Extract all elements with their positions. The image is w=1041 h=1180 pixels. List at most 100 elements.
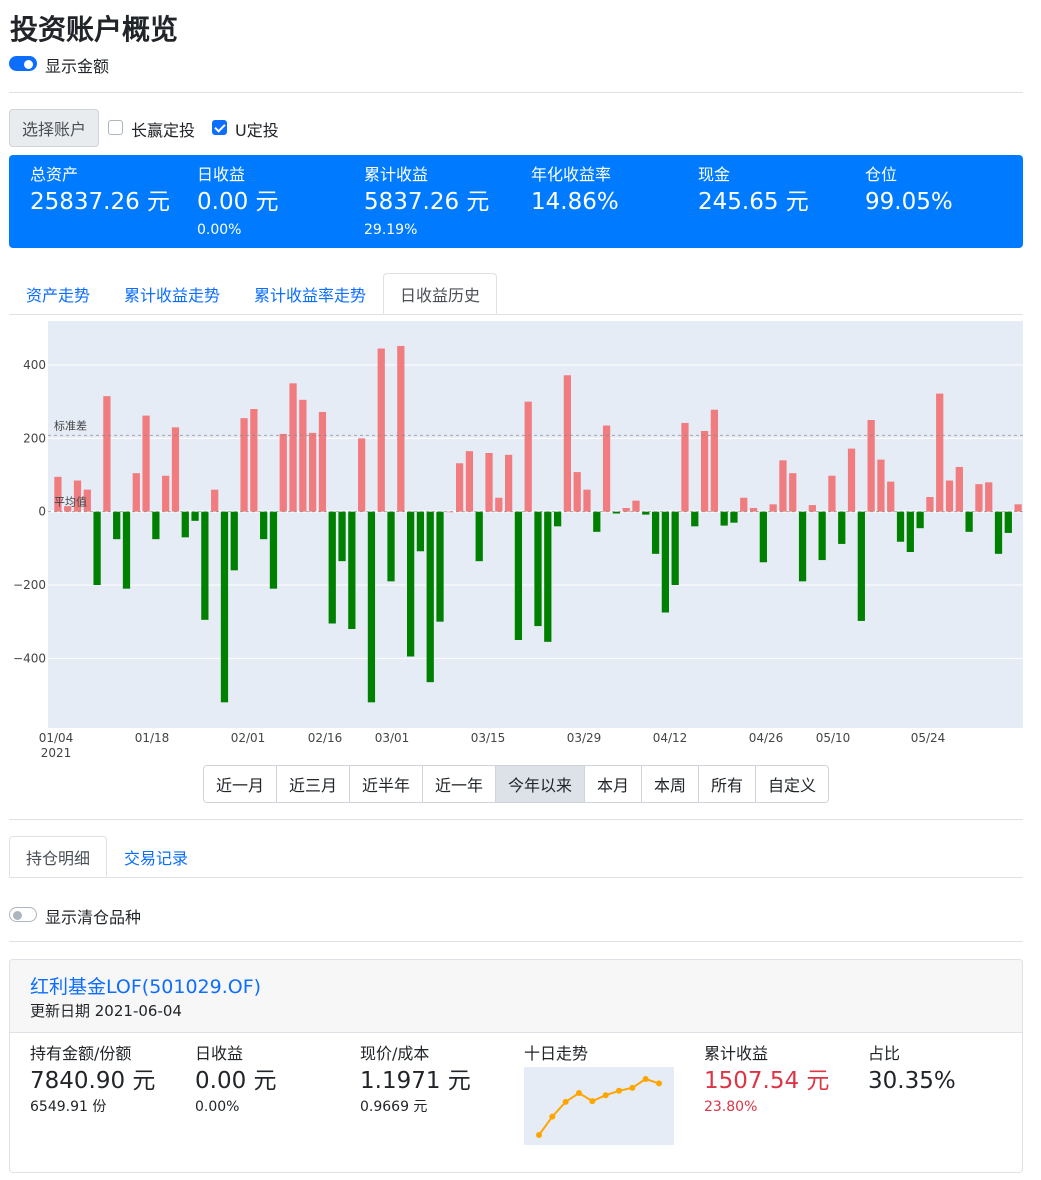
- range-custom-button[interactable]: 自定义: [756, 766, 828, 802]
- negative-bar: [328, 511, 336, 624]
- negative-bar: [514, 511, 523, 640]
- summary-panel: 总资产 25837.26 元 日收益 0.00 元 0.00% 累计收益 583…: [9, 155, 1023, 248]
- fund-name-link[interactable]: 红利基金LOF(501029.OF): [30, 972, 261, 999]
- fund-ratio: 占比 30.35%: [868, 1044, 956, 1097]
- x-tick-label: 05/24: [911, 731, 946, 745]
- sparkline-point: [629, 1084, 636, 1091]
- fund-cumulative: 累计收益 1507.54 元 23.80%: [704, 1044, 829, 1116]
- positive-bar: [103, 396, 111, 512]
- range-week-button[interactable]: 本周: [642, 766, 699, 802]
- account-checkbox-u[interactable]: [212, 120, 227, 135]
- positive-bar: [936, 393, 944, 512]
- tab-asset-trend[interactable]: 资产走势: [9, 273, 107, 314]
- fund-cumulative-rate: 23.80%: [704, 1099, 758, 1115]
- negative-bar: [994, 511, 1003, 554]
- sparkline-point: [549, 1113, 556, 1120]
- range-month-button[interactable]: 本月: [585, 766, 642, 802]
- positive-bar: [250, 409, 258, 512]
- tab-daily-return-history[interactable]: 日收益历史: [383, 273, 497, 314]
- positive-bar: [563, 375, 572, 512]
- fund-card-header: 红利基金LOF(501029.OF) 更新日期 2021-06-04: [10, 960, 1022, 1033]
- divider: [9, 92, 1023, 93]
- fund-holding-label: 持有金额/份额: [30, 1044, 132, 1063]
- fund-update-date: 更新日期 2021-06-04: [30, 1002, 182, 1020]
- positive-bar: [828, 475, 836, 512]
- tab-cumulative-return-trend[interactable]: 累计收益走势: [107, 273, 237, 314]
- fund-daily: 日收益 0.00 元 0.00%: [195, 1044, 277, 1116]
- range-1m-button[interactable]: 近一月: [204, 766, 277, 802]
- positive-bar: [700, 431, 709, 512]
- negative-bar: [593, 511, 601, 532]
- show-amount-toggle[interactable]: [9, 56, 37, 71]
- fund-price: 现价/成本 1.1971 元 0.9669 元: [360, 1044, 471, 1116]
- negative-bar: [269, 511, 278, 589]
- reference-line-label: 标准差: [54, 418, 87, 432]
- positive-bar: [847, 448, 856, 512]
- tab-cumulative-rate-trend[interactable]: 累计收益率走势: [237, 273, 383, 314]
- negative-bar: [818, 511, 826, 561]
- total-assets: 总资产 25837.26 元: [30, 165, 170, 218]
- daily-return-chart: 400 200 0 −200 −400 标准差平均值 01/04 01/18 02/01 02/1…: [13, 321, 1023, 760]
- positive-bar: [573, 472, 581, 512]
- negative-bar: [220, 511, 229, 703]
- fund-card: 红利基金LOF(501029.OF) 更新日期 2021-06-04 持有金额/…: [9, 959, 1023, 1173]
- fund-holding-shares: 6549.91 份: [30, 1099, 107, 1115]
- y-tick-label: 400: [23, 358, 46, 372]
- tab-transactions[interactable]: 交易记录: [107, 836, 205, 877]
- x-tick-label: 04/26: [749, 731, 784, 745]
- y-tick-label: 200: [23, 431, 46, 445]
- negative-bar: [407, 511, 415, 657]
- fund-ratio-label: 占比: [868, 1044, 901, 1063]
- divider: [9, 941, 1023, 942]
- fund-price-label: 现价/成本: [360, 1044, 430, 1063]
- cumulative-return-rate: 29.19%: [364, 222, 418, 238]
- negative-bar: [260, 511, 268, 540]
- y-tick-label: −400: [13, 651, 46, 665]
- range-all-button[interactable]: 所有: [699, 766, 756, 802]
- show-cleared-toggle[interactable]: [9, 907, 37, 922]
- position-value: 99.05%: [865, 189, 953, 215]
- x-tick-label: 02/16: [308, 731, 343, 745]
- positive-bar: [945, 480, 954, 512]
- range-1y-button[interactable]: 近一年: [423, 766, 496, 802]
- show-cleared-label: 显示清仓品种: [45, 908, 142, 927]
- range-ytd-button[interactable]: 今年以来: [496, 766, 585, 802]
- positive-bar: [162, 475, 170, 512]
- positive-bar: [171, 427, 180, 512]
- account-label-changying: 长赢定投: [131, 121, 196, 140]
- position-label: 仓位: [865, 165, 898, 184]
- x-tick-label: 03/15: [471, 731, 506, 745]
- range-3m-button[interactable]: 近三月: [277, 766, 350, 802]
- positive-bar: [789, 473, 797, 512]
- negative-bar: [436, 511, 444, 622]
- positive-bar: [887, 481, 895, 512]
- positive-bar: [985, 482, 993, 512]
- negative-bar: [838, 511, 846, 544]
- x-tick-label: 01/04: [39, 731, 74, 745]
- holding-tabs: 持仓明细 交易记录: [9, 836, 1023, 878]
- sparkline-point: [562, 1098, 569, 1105]
- fund-cumulative-label: 累计收益: [704, 1044, 769, 1063]
- fund-holding-value: 7840.90 元: [30, 1068, 156, 1094]
- negative-bar: [338, 511, 346, 562]
- positive-bar: [142, 415, 150, 512]
- positive-bar: [495, 497, 503, 512]
- positive-bar: [779, 460, 787, 512]
- positive-bar: [309, 432, 317, 512]
- account-label-u: U定投: [235, 121, 279, 140]
- select-account-button[interactable]: 选择账户: [9, 109, 99, 147]
- range-6m-button[interactable]: 近半年: [350, 766, 423, 802]
- x-tick-label: 05/10: [816, 731, 851, 745]
- negative-bar: [553, 511, 562, 527]
- positive-bar: [132, 473, 140, 512]
- positive-bar: [710, 409, 718, 512]
- negative-bar: [152, 511, 160, 540]
- negative-bar: [651, 511, 660, 554]
- tab-holdings[interactable]: 持仓明细: [9, 836, 107, 877]
- sparkline-point: [576, 1090, 582, 1096]
- positive-bar: [867, 420, 875, 512]
- negative-bar: [113, 511, 121, 540]
- account-checkbox-changying[interactable]: [108, 120, 123, 135]
- fund-daily-value: 0.00 元: [195, 1068, 277, 1094]
- x-tick-label: 04/12: [653, 731, 688, 745]
